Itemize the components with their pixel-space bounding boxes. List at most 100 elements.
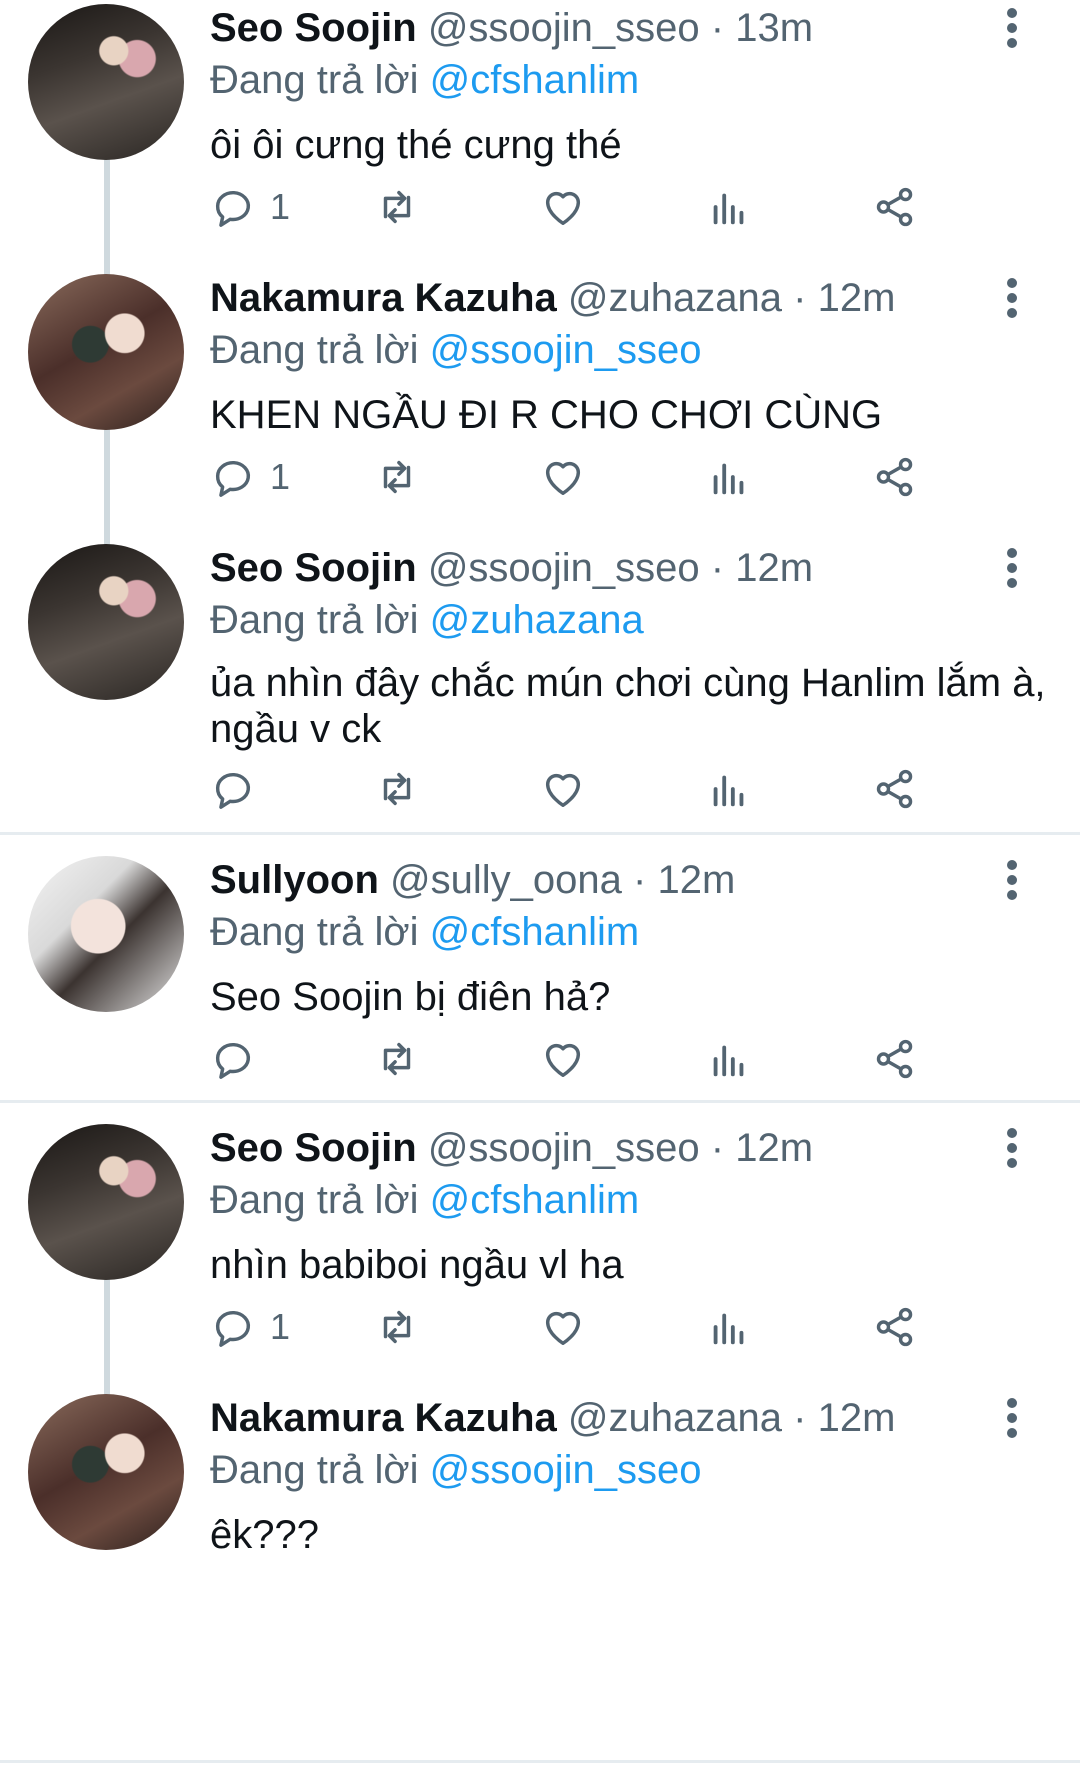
thread-line — [104, 410, 110, 550]
heart-icon — [545, 191, 581, 226]
replying-to: Đang trả lời @ssoojin_sseo — [210, 1446, 702, 1494]
handle[interactable]: @ssoojin_sseo — [428, 1126, 700, 1170]
reply-mention-link[interactable]: @cfshanlim — [430, 910, 640, 954]
timestamp[interactable]: 12m — [818, 1396, 896, 1440]
avatar[interactable] — [28, 4, 184, 160]
tweet-text: êk??? — [210, 1513, 319, 1557]
share-button[interactable] — [872, 1302, 918, 1352]
views-button[interactable] — [706, 1034, 752, 1084]
more-options-icon[interactable] — [1006, 548, 1018, 588]
more-options-icon[interactable] — [1006, 1128, 1018, 1168]
replying-to: Đang trả lời @cfshanlim — [210, 1176, 639, 1224]
replying-prefix: Đang trả lời — [210, 1448, 419, 1492]
tweet-header: Nakamura Kazuha @zuhazana · 12m — [210, 274, 895, 322]
like-button[interactable] — [540, 764, 586, 814]
tweet-header: Nakamura Kazuha @zuhazana · 12m — [210, 1394, 895, 1442]
share-button[interactable] — [872, 1034, 918, 1084]
avatar[interactable] — [28, 544, 184, 700]
share-icon — [876, 1039, 913, 1079]
reply-count: 1 — [270, 1306, 291, 1347]
heart-icon — [545, 773, 581, 808]
reply-button[interactable]: 1 — [210, 1302, 290, 1352]
replying-prefix: Đang trả lời — [210, 58, 419, 102]
share-button[interactable] — [872, 452, 918, 502]
more-options-icon[interactable] — [1006, 1398, 1018, 1438]
display-name[interactable]: Nakamura Kazuha — [210, 1396, 557, 1440]
more-options-icon[interactable] — [1006, 8, 1018, 48]
reply-mention-link[interactable]: @cfshanlim — [430, 58, 640, 102]
like-button[interactable] — [540, 1034, 586, 1084]
reply-button[interactable]: 1 — [210, 182, 290, 232]
handle[interactable]: @ssoojin_sseo — [428, 546, 700, 590]
share-button[interactable] — [872, 764, 918, 814]
tweet-text: nhìn babiboi ngầu vl ha — [210, 1243, 624, 1287]
like-button[interactable] — [540, 1302, 586, 1352]
reply-count: 1 — [270, 456, 291, 497]
avatar[interactable] — [28, 1394, 184, 1550]
retweet-button[interactable] — [374, 1302, 420, 1352]
reply-icon — [215, 460, 251, 497]
thread-line — [104, 140, 110, 280]
reply-button[interactable]: 1 — [210, 452, 290, 502]
display-name[interactable]: Sullyoon — [210, 858, 379, 902]
reply-button[interactable] — [210, 764, 270, 814]
retweet-button[interactable] — [374, 764, 420, 814]
timestamp[interactable]: 12m — [735, 1126, 813, 1170]
thread-line — [104, 1260, 110, 1400]
retweet-icon — [383, 1310, 411, 1344]
retweet-icon — [383, 460, 411, 494]
heart-icon — [545, 461, 581, 496]
handle[interactable]: @sully_oona — [390, 858, 622, 902]
more-options-icon[interactable] — [1006, 278, 1018, 318]
share-icon — [876, 457, 913, 497]
separator-dot: · — [793, 1396, 807, 1440]
views-button[interactable] — [706, 452, 752, 502]
reply-mention-link[interactable]: @ssoojin_sseo — [430, 1448, 702, 1492]
timestamp[interactable]: 12m — [657, 858, 735, 902]
separator-dot: · — [633, 858, 647, 902]
divider — [0, 1760, 1080, 1763]
timestamp[interactable]: 12m — [818, 276, 896, 320]
retweet-button[interactable] — [374, 1034, 420, 1084]
handle[interactable]: @ssoojin_sseo — [428, 6, 700, 50]
reply-mention-link[interactable]: @cfshanlim — [430, 1178, 640, 1222]
tweet-header: Sullyoon @sully_oona · 12m — [210, 856, 735, 904]
handle[interactable]: @zuhazana — [568, 1396, 782, 1440]
reply-mention-link[interactable]: @ssoojin_sseo — [430, 328, 702, 372]
like-button[interactable] — [540, 452, 586, 502]
tweet-actions: 1 — [210, 182, 1010, 232]
analytics-icon — [713, 1313, 744, 1345]
avatar[interactable] — [28, 274, 184, 430]
reply-mention-link[interactable]: @zuhazana — [430, 598, 644, 642]
replying-prefix: Đang trả lời — [210, 598, 419, 642]
tweet-actions: 1 — [210, 452, 1010, 502]
reply-button[interactable] — [210, 1034, 270, 1084]
views-button[interactable] — [706, 182, 752, 232]
tweet-header: Seo Soojin @ssoojin_sseo · 13m — [210, 4, 813, 52]
avatar[interactable] — [28, 1124, 184, 1280]
analytics-icon — [713, 463, 744, 495]
display-name[interactable]: Seo Soojin — [210, 546, 417, 590]
views-button[interactable] — [706, 764, 752, 814]
retweet-button[interactable] — [374, 182, 420, 232]
display-name[interactable]: Seo Soojin — [210, 6, 417, 50]
display-name[interactable]: Nakamura Kazuha — [210, 276, 557, 320]
like-button[interactable] — [540, 182, 586, 232]
retweet-icon — [383, 1042, 411, 1076]
retweet-button[interactable] — [374, 452, 420, 502]
views-button[interactable] — [706, 1302, 752, 1352]
avatar[interactable] — [28, 856, 184, 1012]
share-button[interactable] — [872, 182, 918, 232]
tweet-actions: 1 — [210, 1302, 1010, 1352]
timestamp[interactable]: 12m — [735, 546, 813, 590]
replying-to: Đang trả lời @cfshanlim — [210, 908, 639, 956]
separator-dot: · — [710, 6, 725, 50]
analytics-icon — [713, 193, 744, 225]
timestamp[interactable]: 13m — [735, 6, 813, 50]
replying-to: Đang trả lời @ssoojin_sseo — [210, 326, 702, 374]
share-icon — [876, 769, 913, 809]
divider — [0, 1100, 1080, 1103]
handle[interactable]: @zuhazana — [568, 276, 782, 320]
more-options-icon[interactable] — [1006, 860, 1018, 900]
display-name[interactable]: Seo Soojin — [210, 1126, 417, 1170]
